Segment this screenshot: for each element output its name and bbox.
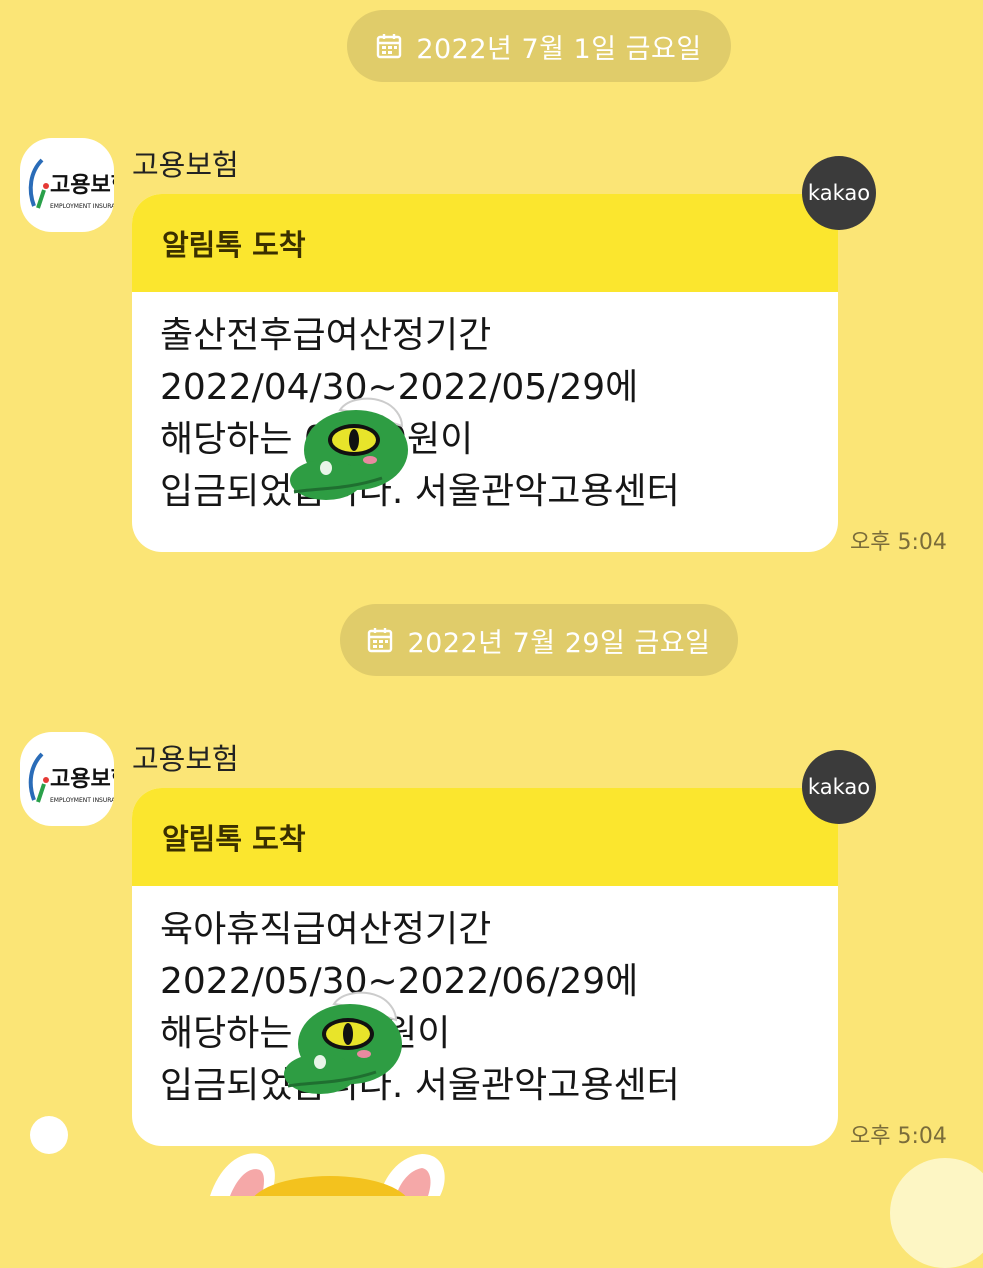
kakao-badge: kakao (802, 750, 876, 824)
message-body: 출산전후급여산정기간 2022/04/30~2022/05/29에 해당하는 0… (160, 315, 680, 512)
svg-text:고용보험: 고용보험 (50, 766, 114, 792)
employment-insurance-logo-icon: 고용보험 EMPLOYMENT INSURANCE (28, 158, 114, 210)
message-header: 알림톡 도착 (132, 194, 838, 292)
message-body: 육아휴직급여산정기간 2022/05/30~2022/06/29에 해당하는 ,… (160, 909, 680, 1106)
calendar-icon (377, 34, 402, 59)
date-label: 2022년 7월 29일 금요일 (407, 627, 711, 659)
sender-name: 고용보험 (132, 148, 239, 182)
message-time: 오후 5:04 (850, 1124, 947, 1149)
employment-insurance-logo-icon: 고용보험 EMPLOYMENT INSURANCE (28, 752, 114, 804)
message-header: 알림톡 도착 (132, 788, 838, 886)
sticker-icon (290, 397, 408, 500)
message-bubble[interactable]: 알림톡 도착 출산전후급여산정기간 2022/04/30~2022/05/29에… (132, 194, 838, 552)
sticker-icon (284, 991, 402, 1094)
calendar-icon (368, 628, 393, 653)
date-separator: 2022년 7월 29일 금요일 (340, 604, 738, 676)
decor-circle (30, 1116, 68, 1154)
message-time: 오후 5:04 (850, 530, 947, 555)
svg-text:EMPLOYMENT INSURANCE: EMPLOYMENT INSURANCE (50, 203, 114, 210)
bunny-ears-icon (210, 1153, 445, 1196)
svg-text:EMPLOYMENT INSURANCE: EMPLOYMENT INSURANCE (50, 797, 114, 804)
sender-name: 고용보험 (132, 742, 239, 776)
kakao-badge: kakao (802, 156, 876, 230)
avatar[interactable]: 고용보험 EMPLOYMENT INSURANCE (20, 732, 114, 826)
date-label: 2022년 7월 1일 금요일 (416, 33, 702, 65)
date-separator: 2022년 7월 1일 금요일 (347, 10, 731, 82)
decor-circle (890, 1158, 983, 1268)
svg-text:고용보험: 고용보험 (50, 172, 114, 198)
avatar[interactable]: 고용보험 EMPLOYMENT INSURANCE (20, 138, 114, 232)
message-bubble[interactable]: 알림톡 도착 육아휴직급여산정기간 2022/05/30~2022/06/29에… (132, 788, 838, 1146)
